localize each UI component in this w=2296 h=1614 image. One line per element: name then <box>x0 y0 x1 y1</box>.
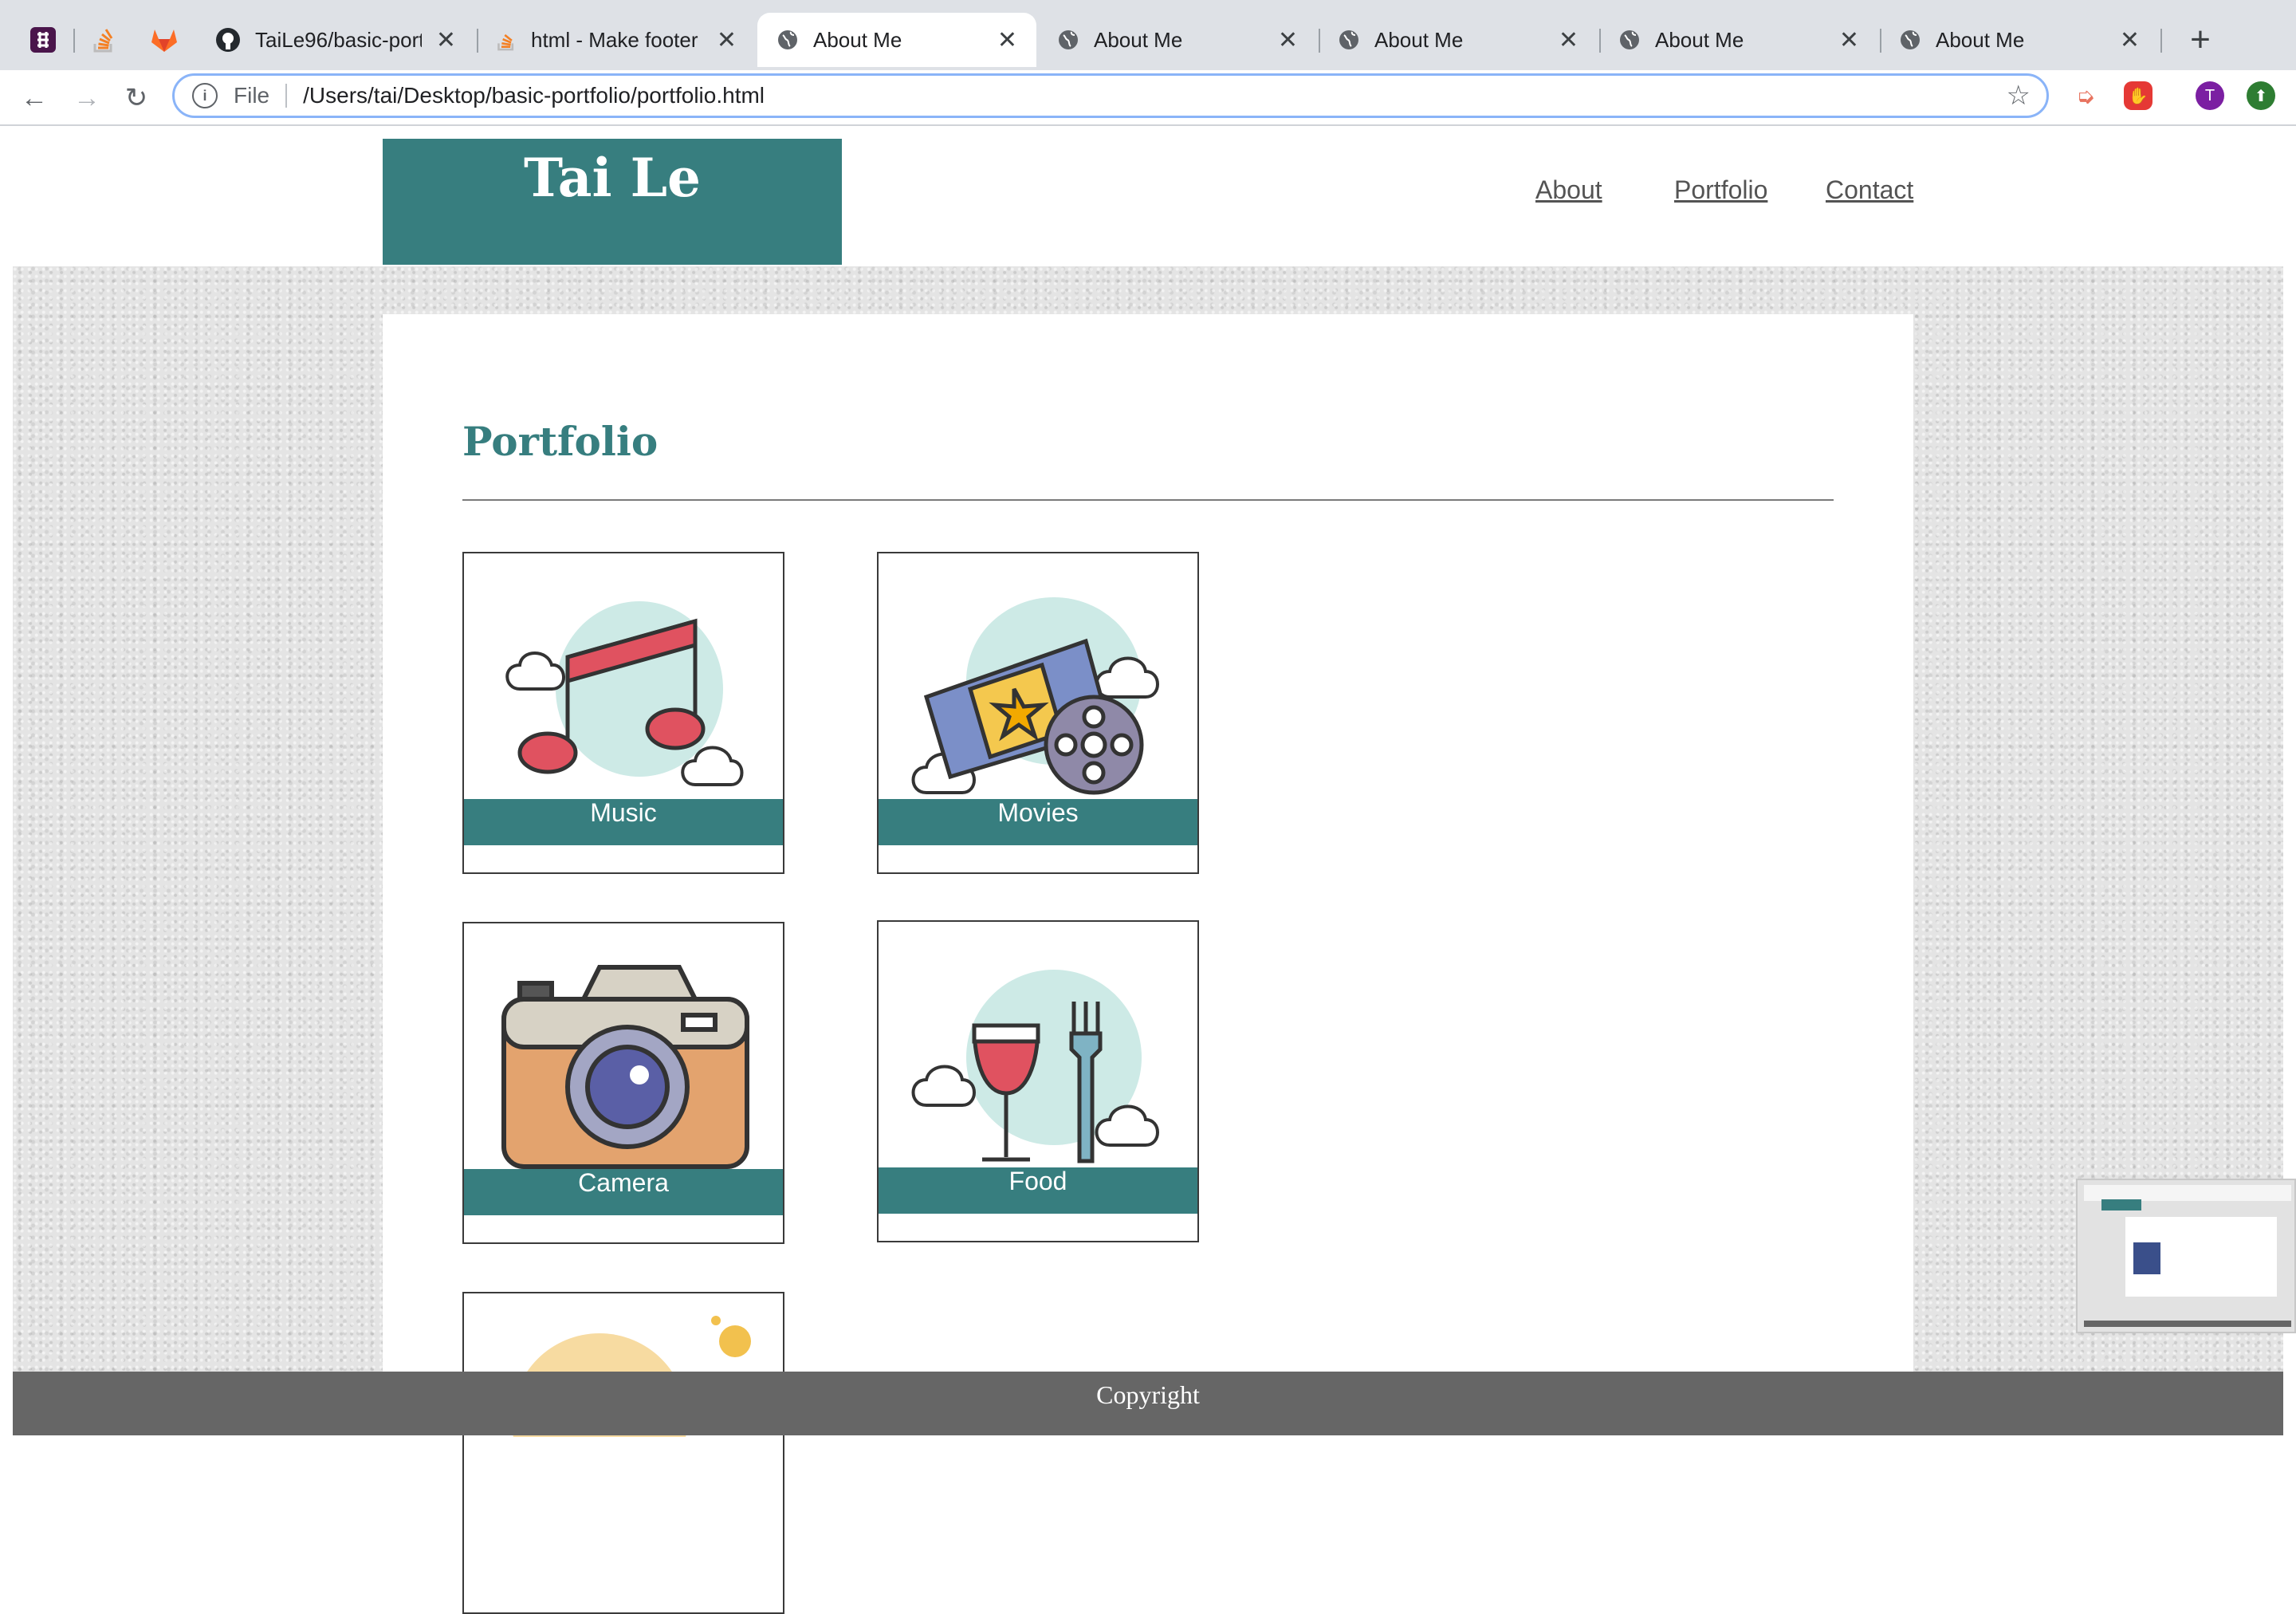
wine-fork-icon <box>911 970 1159 1163</box>
footer-copyright: Copyright <box>1096 1380 1200 1409</box>
tab-title: About Me <box>1655 27 1744 52</box>
address-bar[interactable]: i File /Users/tai/Desktop/basic-portfoli… <box>172 73 2049 118</box>
close-icon[interactable]: ✕ <box>2120 26 2140 54</box>
close-icon[interactable]: ✕ <box>1278 26 1298 54</box>
forward-arrow-icon[interactable]: → <box>67 78 107 118</box>
close-icon[interactable]: ✕ <box>1839 26 1859 54</box>
tab-7[interactable]: About Me ✕ <box>1880 13 2159 67</box>
tab-3-active[interactable]: About Me ✕ <box>757 13 1036 67</box>
portfolio-item-camera[interactable]: Camera <box>462 922 784 1244</box>
site-header: Tai Le <box>383 139 842 265</box>
movie-ticket-reel-icon <box>911 597 1159 795</box>
site-title: Tai Le <box>523 147 701 209</box>
gitlab-icon[interactable] <box>137 13 191 67</box>
extension-cast-icon[interactable]: ➭ <box>2071 81 2100 110</box>
back-arrow-icon[interactable]: ← <box>14 78 54 118</box>
tab-5[interactable]: About Me ✕ <box>1319 13 1598 67</box>
tab-4[interactable]: About Me ✕ <box>1038 13 1317 67</box>
tab-6[interactable]: About Me ✕ <box>1599 13 1878 67</box>
profile-avatar[interactable]: T <box>2196 81 2224 110</box>
tab-1[interactable]: TaiLe96/basic-portf ✕ <box>196 13 475 67</box>
nav-about[interactable]: About <box>1535 175 1602 205</box>
globe-icon <box>778 30 797 49</box>
nav-contact[interactable]: Contact <box>1826 175 1913 205</box>
extension-update-icon[interactable]: ⬆ <box>2247 81 2275 110</box>
item-label: Camera <box>464 1169 783 1215</box>
globe-icon <box>1901 30 1920 49</box>
info-icon[interactable]: i <box>192 83 218 108</box>
url-path: /Users/tai/Desktop/basic-portfolio/portf… <box>303 83 765 108</box>
close-icon[interactable]: ✕ <box>1559 26 1578 54</box>
heading-divider <box>462 499 1834 501</box>
page-heading: Portfolio <box>462 418 659 465</box>
stackoverflow-icon[interactable] <box>77 13 131 67</box>
url-scheme: File <box>234 83 270 108</box>
github-icon <box>216 28 240 52</box>
portfolio-item-music[interactable]: Music <box>462 552 784 874</box>
globe-icon <box>1339 30 1358 49</box>
content-card: Portfolio Music Movies Camera Food <box>383 314 1913 1614</box>
item-label: Movies <box>879 799 1197 845</box>
nav-portfolio[interactable]: Portfolio <box>1674 175 1767 205</box>
tab-title: TaiLe96/basic-portf <box>255 27 422 52</box>
tab-title: html - Make footer s <box>531 27 702 52</box>
stackoverflow-icon <box>497 33 514 51</box>
globe-icon <box>1059 30 1078 49</box>
portfolio-item-5[interactable] <box>462 1292 784 1614</box>
extension-hand-icon[interactable]: ✋ <box>2124 81 2152 110</box>
item-label: Food <box>879 1167 1197 1214</box>
close-icon[interactable]: ✕ <box>717 26 737 54</box>
reload-icon[interactable]: ↻ <box>116 78 156 118</box>
close-icon[interactable]: ✕ <box>436 26 456 54</box>
item-label: Music <box>464 799 783 845</box>
tab-title: About Me <box>1374 27 1464 52</box>
bookmark-star-icon[interactable]: ☆ <box>2007 80 2031 112</box>
globe-icon <box>1620 30 1639 49</box>
tab-title: About Me <box>1094 27 1183 52</box>
page-viewport: Tai Le About Portfolio Contact Portfolio <box>0 126 2296 1614</box>
new-tab-button[interactable]: + <box>2176 16 2224 64</box>
site-footer: Copyright <box>13 1372 2283 1435</box>
tab-2[interactable]: html - Make footer s ✕ <box>477 13 756 67</box>
close-icon[interactable]: ✕ <box>997 26 1017 54</box>
browser-tab-strip: TaiLe96/basic-portf ✕ html - Make footer… <box>0 0 2296 70</box>
music-note-icon <box>505 601 744 786</box>
portfolio-item-food[interactable]: Food <box>877 920 1199 1242</box>
tab-title: About Me <box>1936 27 2025 52</box>
slack-icon[interactable] <box>16 13 70 67</box>
portfolio-item-movies[interactable]: Movies <box>877 552 1199 874</box>
tab-title: About Me <box>813 27 902 52</box>
camera-icon <box>501 965 749 1169</box>
screenshot-thumbnail[interactable] <box>2076 1179 2296 1333</box>
